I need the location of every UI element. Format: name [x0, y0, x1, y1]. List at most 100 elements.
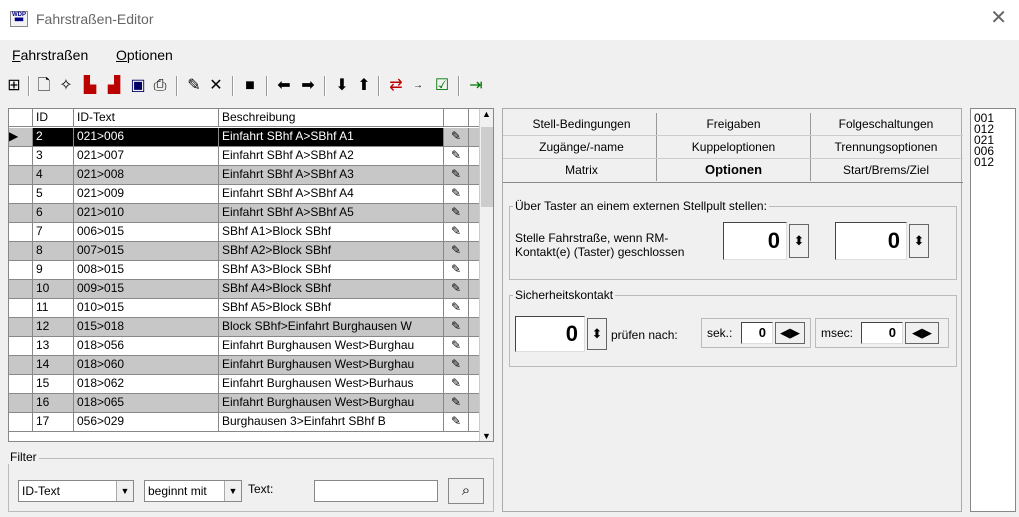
table-row[interactable]: ▶ 2 021>006 Einfahrt SBhf A>SBhf A1 ✎ [9, 128, 479, 147]
up-down-icon: ⬍ [913, 233, 925, 248]
scroll-down-icon[interactable]: ▼ [482, 431, 491, 441]
cell-id: 4 [33, 166, 74, 184]
sort-icon[interactable]: ⇄ [386, 76, 406, 96]
taster-value2-field[interactable]: 0 [835, 222, 907, 260]
train-left-icon[interactable]: ▟ [104, 76, 124, 96]
search-button[interactable]: ⌕ [448, 478, 484, 504]
edit-icon[interactable]: ✎ [444, 318, 469, 336]
table-row[interactable]: 3 021>007 Einfahrt SBhf A>SBhf A2 ✎ [9, 147, 479, 166]
new-page-icon[interactable]: 🗋 [34, 76, 54, 96]
arrow-right-icon[interactable]: ➡ [298, 76, 318, 96]
sicherheit-value-field[interactable]: 0 [515, 316, 585, 352]
tab-freigaben[interactable]: Freigaben [657, 113, 811, 135]
row-indicator [9, 242, 33, 260]
sek-value-spin[interactable]: ◀▶ [775, 322, 805, 344]
edit-icon[interactable]: ✎ [444, 413, 469, 431]
menu-optionen[interactable]: Optionen [116, 47, 173, 63]
sicherheit-value-spin[interactable]: ⬍ [587, 318, 607, 350]
edit-icon[interactable]: ✎ [444, 261, 469, 279]
tab-stell-bedingungen[interactable]: Stell-Bedingungen [507, 113, 657, 135]
edit-icon[interactable]: ✎ [444, 128, 469, 146]
column-header-id[interactable]: ID [33, 109, 74, 127]
table-row[interactable]: 10 009>015 SBhf A4>Block SBhf ✎ [9, 280, 479, 299]
chevron-down-icon: ▼ [116, 481, 133, 501]
edit-icon[interactable]: ✎ [444, 147, 469, 165]
edit-icon[interactable]: ✎ [444, 356, 469, 374]
table-row[interactable]: 15 018>062 Einfahrt Burghausen West>Burhau… [9, 375, 479, 394]
taster-value1-spin[interactable]: ⬍ [789, 224, 809, 258]
arrow-down-icon[interactable]: ⬇ [332, 76, 352, 96]
table-row[interactable]: 8 007>015 SBhf A2>Block SBhf ✎ [9, 242, 479, 261]
arrow-up-icon[interactable]: ⬆ [354, 76, 374, 96]
edit-icon[interactable]: ✎ [444, 242, 469, 260]
table-scrollbar[interactable]: ▲ ▼ [479, 109, 493, 441]
scroll-up-icon[interactable]: ▲ [482, 109, 491, 119]
scroll-thumb[interactable] [481, 127, 493, 207]
edit-icon[interactable]: ✎ [444, 394, 469, 412]
column-header-id-text[interactable]: ID-Text [74, 109, 219, 127]
cell-beschreibung: Einfahrt Burghausen West>Burhaus [219, 375, 444, 393]
msec-value-field[interactable]: 0 [861, 322, 903, 344]
edit-icon[interactable]: ✎ [444, 185, 469, 203]
speed-icon[interactable]: → [408, 76, 428, 96]
cell-id: 2 [33, 128, 74, 146]
edit-icon[interactable]: ✎ [444, 337, 469, 355]
edit-icon[interactable]: ✎ [444, 280, 469, 298]
arrow-left-icon[interactable]: ⬅ [274, 76, 294, 96]
table-row[interactable]: 7 006>015 SBhf A1>Block SBhf ✎ [9, 223, 479, 242]
checkbox-icon[interactable]: ☑ [432, 76, 452, 96]
table-row[interactable]: 14 018>060 Einfahrt Burghausen West>Burgha… [9, 356, 479, 375]
train-right-icon[interactable]: ▙ [80, 76, 100, 96]
tab-zugaenge-name[interactable]: Zugänge/-name [507, 136, 657, 158]
edit-icon[interactable]: ✎ [444, 204, 469, 222]
table-row[interactable]: 4 021>008 Einfahrt SBhf A>SBhf A3 ✎ [9, 166, 479, 185]
table-row[interactable]: 5 021>009 Einfahrt SBhf A>SBhf A4 ✎ [9, 185, 479, 204]
table-row[interactable]: 9 008>015 SBhf A3>Block SBhf ✎ [9, 261, 479, 280]
column-header-beschreibung[interactable]: Beschreibung [219, 109, 444, 127]
table-row[interactable]: 12 015>018 Block SBhf>Einfahrt Burghausen … [9, 318, 479, 337]
edit-icon[interactable]: ✎ [444, 223, 469, 241]
table-row[interactable]: 17 056>029 Burghausen 3>Einfahrt SBhf B ✎ [9, 413, 479, 432]
msec-value-spin[interactable]: ◀▶ [905, 322, 939, 344]
route-list[interactable]: 001 012 021 006 012 [970, 108, 1016, 512]
tab-kuppeloptionen[interactable]: Kuppeloptionen [657, 136, 811, 158]
erase-icon[interactable]: ✎ [184, 76, 204, 96]
edit-icon[interactable]: ✎ [444, 375, 469, 393]
tree-view-icon[interactable]: ⊞ [4, 76, 24, 96]
filter-mode-select[interactable]: beginnt mit ▼ [144, 480, 242, 502]
print-icon[interactable]: ⎙ [150, 76, 170, 96]
table-row[interactable]: 13 018>056 Einfahrt Burghausen West>Burgha… [9, 337, 479, 356]
table-row[interactable]: 16 018>065 Einfahrt Burghausen West>Burgha… [9, 394, 479, 413]
table-row[interactable]: 6 021>010 Einfahrt SBhf A>SBhf A5 ✎ [9, 204, 479, 223]
table-row[interactable]: 11 010>015 SBhf A5>Block SBhf ✎ [9, 299, 479, 318]
taster-value1-field[interactable]: 0 [723, 222, 787, 260]
filter-field-select[interactable]: ID-Text ▼ [18, 480, 134, 502]
tab-folgeschaltungen[interactable]: Folgeschaltungen [811, 113, 961, 135]
list-item[interactable]: 012 [974, 156, 1015, 168]
tab-start-brems-ziel[interactable]: Start/Brems/Ziel [811, 159, 961, 181]
row-spacer [469, 280, 479, 298]
tab-trennungsoptionen[interactable]: Trennungsoptionen [811, 136, 961, 158]
delete-icon[interactable]: ✕ [206, 76, 226, 96]
filter-field-value: ID-Text [22, 484, 61, 498]
cell-id-text: 010>015 [74, 299, 219, 317]
edit-icon[interactable]: ✎ [444, 166, 469, 184]
taster-value2-spin[interactable]: ⬍ [909, 224, 929, 258]
row-spacer [469, 375, 479, 393]
save-icon[interactable]: ▣ [128, 76, 148, 96]
row-indicator [9, 337, 33, 355]
fahrstrassen-table: ID ID-Text Beschreibung ▶ 2 021>006 Einfahr… [8, 108, 494, 442]
edit-icon[interactable]: ✎ [444, 299, 469, 317]
sek-value-field[interactable]: 0 [741, 322, 773, 344]
tab-optionen[interactable]: Optionen [657, 159, 811, 181]
menu-fahrstrassen[interactable]: Fahrstraßen [12, 47, 88, 63]
exit-icon[interactable]: ⇥ [466, 76, 486, 96]
tab-matrix[interactable]: Matrix [507, 159, 657, 181]
filter-text-input[interactable] [314, 480, 438, 502]
cell-beschreibung: Einfahrt Burghausen West>Burghau [219, 394, 444, 412]
block-icon[interactable]: ■ [240, 76, 260, 96]
close-button[interactable]: ✕ [990, 8, 1007, 28]
row-spacer [469, 394, 479, 412]
new-wizard-icon[interactable]: ✧ [56, 76, 76, 96]
cell-id-text: 021>010 [74, 204, 219, 222]
